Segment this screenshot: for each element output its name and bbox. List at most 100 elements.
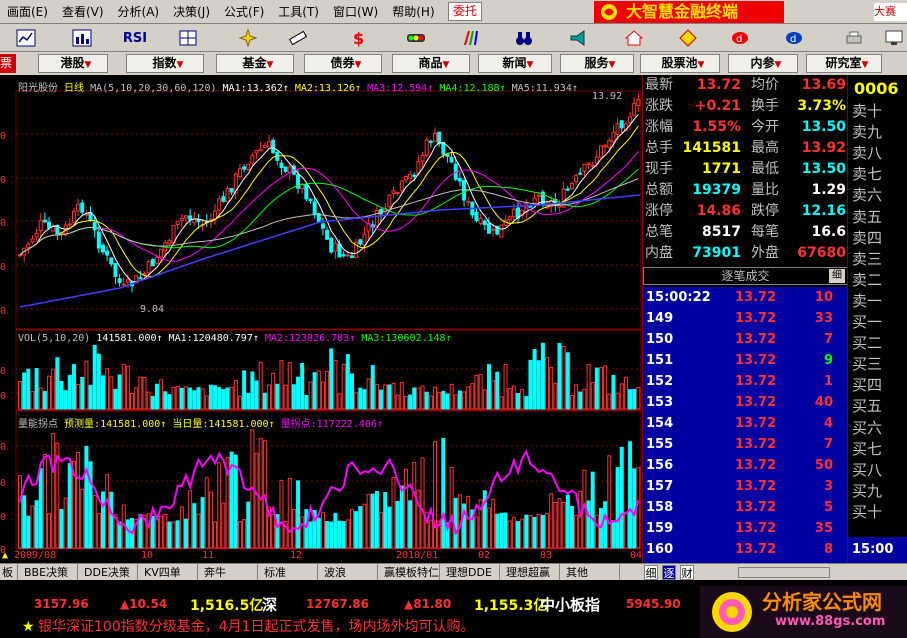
home-icon[interactable]: [622, 27, 646, 49]
func-index[interactable]: 指数▼: [126, 54, 204, 73]
func-hk-stocks[interactable]: 港股▼: [38, 54, 108, 73]
menu-window[interactable]: 窗口(W): [326, 1, 385, 23]
func-insider[interactable]: 内参▼: [728, 54, 798, 73]
order-book-level[interactable]: 卖七: [852, 164, 904, 185]
order-book-level[interactable]: 卖四: [852, 228, 904, 249]
pencils-icon[interactable]: [458, 27, 482, 49]
monitor-icon[interactable]: [882, 27, 906, 49]
order-book-level[interactable]: 买五: [852, 396, 904, 417]
candle-body: [121, 283, 126, 286]
menu-analysis[interactable]: 分析(A): [111, 1, 167, 23]
tab-bull[interactable]: 奔牛: [198, 564, 258, 581]
func-commodity[interactable]: 商品▼: [392, 54, 470, 73]
func-bond[interactable]: 债券▼: [304, 54, 382, 73]
menu-tools[interactable]: 工具(T): [271, 1, 326, 23]
order-book-level[interactable]: 卖一: [852, 291, 904, 312]
func-research[interactable]: 研究室▼: [806, 54, 882, 73]
tick-row[interactable]: 149 13.72 33: [643, 308, 848, 329]
order-book-level[interactable]: 买四: [852, 375, 904, 396]
commission-button[interactable]: 委托: [448, 2, 482, 21]
tab-scrollbar[interactable]: [738, 567, 830, 578]
order-book-level[interactable]: 买一: [852, 312, 904, 333]
tick-row[interactable]: 157 13.72 3: [643, 476, 848, 497]
oval-red-icon[interactable]: d: [728, 27, 752, 49]
oval-blue-icon[interactable]: d: [782, 27, 806, 49]
ticks-list[interactable]: 15:00:22 13.72 10 149 13.72 33 150 13.72 7 151 13.…: [643, 287, 848, 563]
order-book-level[interactable]: 买三: [852, 354, 904, 375]
volume-bar: [287, 362, 292, 410]
order-book-level[interactable]: 买七: [852, 439, 904, 460]
megaphone-icon[interactable]: [566, 27, 590, 49]
tab-bbe[interactable]: BBE决策: [18, 564, 78, 581]
traffic-light-icon[interactable]: [404, 27, 428, 49]
menu-view[interactable]: 查看(V): [55, 1, 111, 23]
tab-ticks[interactable]: 逐: [662, 565, 676, 580]
order-book-level[interactable]: 买二: [852, 333, 904, 354]
tick-row[interactable]: 153 13.72 40: [643, 392, 848, 413]
order-book-level[interactable]: 卖五: [852, 207, 904, 228]
kline-chart-icon[interactable]: [14, 27, 38, 49]
stock-tab[interactable]: 票: [0, 54, 16, 73]
tab-detail[interactable]: 细: [644, 565, 658, 580]
order-book-level[interactable]: 卖三: [852, 249, 904, 270]
tab-ideal-super[interactable]: 理想超赢: [500, 564, 560, 581]
menu-help[interactable]: 帮助(H): [385, 1, 441, 23]
func-service[interactable]: 服务▼: [560, 54, 634, 73]
sz-index-change: ▲81.80: [404, 597, 452, 611]
tick-row[interactable]: 150 13.72 7: [643, 329, 848, 350]
tab-standard[interactable]: 标准: [258, 564, 318, 581]
tick-row[interactable]: 155 13.72 7: [643, 434, 848, 455]
marquee-text[interactable]: 银华深证100指数分级基金，4月1日起正式发售，场内场外均可认购。: [38, 619, 475, 635]
tick-row[interactable]: 159 13.72 35: [643, 518, 848, 539]
chart-svg[interactable]: [0, 75, 642, 563]
candle-body: [466, 200, 471, 203]
order-book-level[interactable]: 卖十: [852, 101, 904, 122]
bar-chart-icon[interactable]: [70, 27, 94, 49]
func-stock-pool[interactable]: 股票池▼: [640, 54, 720, 73]
tick-row[interactable]: 156 13.72 50: [643, 455, 848, 476]
func-news[interactable]: 新闻▼: [478, 54, 552, 73]
tick-row[interactable]: 15:00:22 13.72 10: [643, 287, 848, 308]
tick-row[interactable]: 158 13.72 5: [643, 497, 848, 518]
ruler-icon[interactable]: [286, 27, 310, 49]
menu-screen[interactable]: 画面(E): [0, 1, 55, 23]
order-book-level[interactable]: 卖二: [852, 270, 904, 291]
binoculars-icon[interactable]: [512, 27, 536, 49]
ticks-detail-button[interactable]: 细: [829, 269, 845, 283]
volume-bar: [213, 385, 218, 410]
tick-row[interactable]: 154 13.72 4: [643, 413, 848, 434]
tab-other[interactable]: 其他: [560, 564, 620, 581]
order-book-level[interactable]: 买八: [852, 460, 904, 481]
tab-finance[interactable]: 财: [680, 565, 694, 580]
order-book-level[interactable]: 卖八: [852, 143, 904, 164]
tab-kv[interactable]: KV四单: [138, 564, 198, 581]
dollar-icon[interactable]: $: [346, 27, 370, 49]
order-book-level[interactable]: 卖九: [852, 122, 904, 143]
order-book-level[interactable]: 买九: [852, 481, 904, 502]
tab-template[interactable]: 赢模板特仁: [378, 564, 440, 581]
grid-icon[interactable]: [176, 27, 200, 49]
indicator-bar: [516, 521, 520, 549]
order-book-level[interactable]: 买六: [852, 418, 904, 439]
ticks-title[interactable]: 逐笔成交: [643, 267, 848, 285]
tick-row[interactable]: 160 13.72 8: [643, 539, 848, 560]
order-book-level[interactable]: 卖六: [852, 185, 904, 206]
tab-dde[interactable]: DDE决策: [78, 564, 138, 581]
contest-link[interactable]: 大赛: [874, 3, 907, 21]
volume-bar: [121, 363, 126, 410]
order-book-level[interactable]: 买十: [852, 502, 904, 523]
menu-decision[interactable]: 决策(J): [166, 1, 217, 23]
tab-board[interactable]: 板: [0, 564, 18, 581]
candle-body: [271, 139, 276, 154]
tab-wave[interactable]: 波浪: [318, 564, 378, 581]
tab-ideal-dde[interactable]: 理想DDE: [440, 564, 500, 581]
tick-row[interactable]: 152 13.72 1: [643, 371, 848, 392]
menu-formula[interactable]: 公式(F): [217, 1, 271, 23]
func-fund[interactable]: 基金▼: [216, 54, 294, 73]
tick-row[interactable]: 151 13.72 9: [643, 350, 848, 371]
rsi-button[interactable]: RSI: [120, 27, 150, 49]
diamond-icon[interactable]: [676, 27, 700, 49]
kline-chart-area[interactable]: 阳光股份 日线 MA(5,10,20,30,60,120) MA1:13.362…: [0, 75, 642, 563]
print-icon[interactable]: [842, 27, 866, 49]
crosshair-icon[interactable]: [236, 27, 260, 49]
